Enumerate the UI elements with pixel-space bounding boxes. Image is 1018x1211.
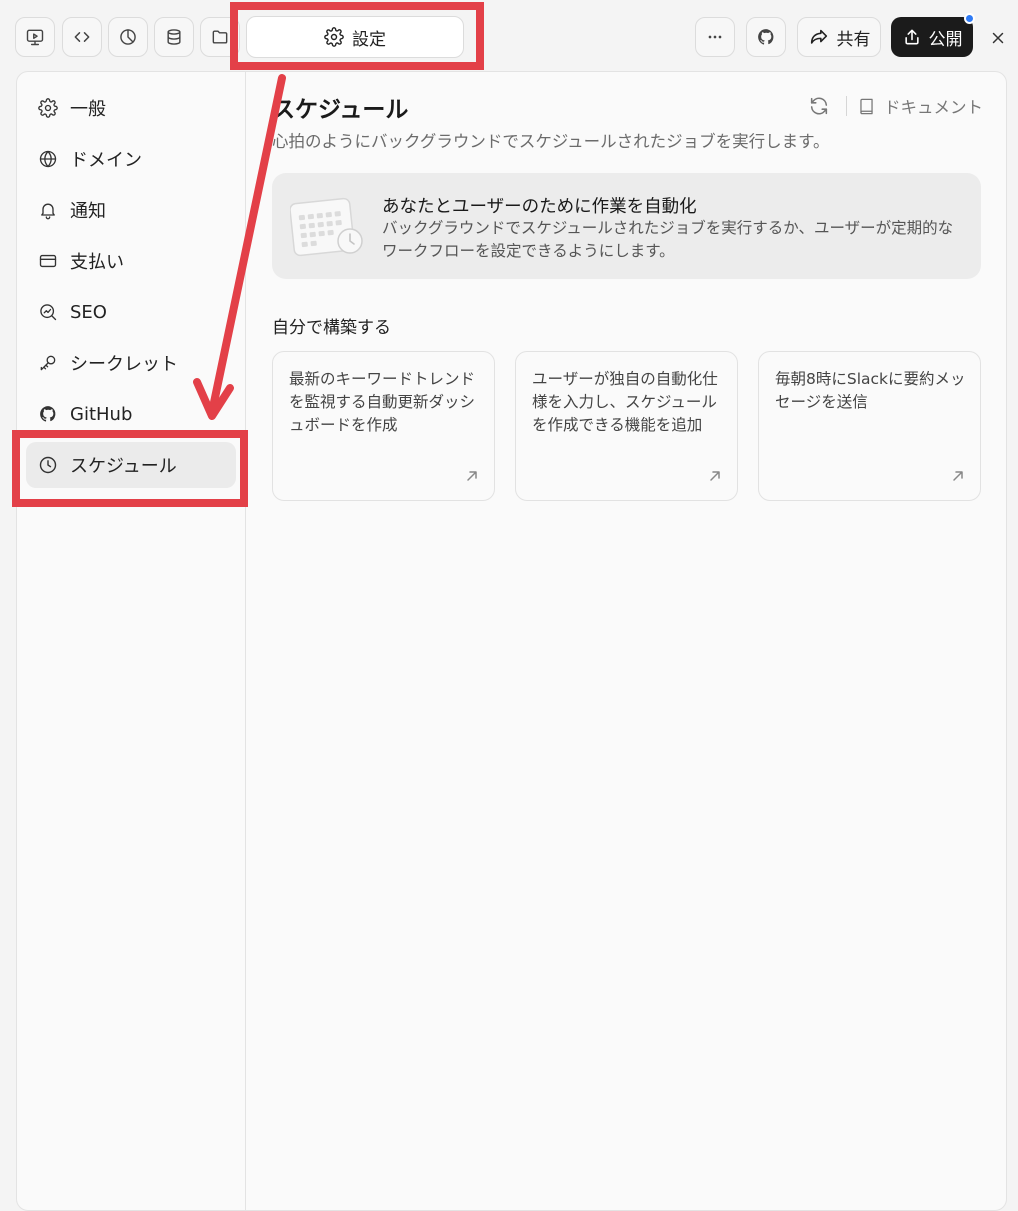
refresh-icon[interactable]: [808, 95, 830, 117]
arrow-up-right-icon: [710, 471, 720, 481]
folder-icon: [212, 30, 228, 44]
book-icon: [860, 98, 873, 114]
close-button[interactable]: [985, 25, 1011, 51]
github-icon: [40, 406, 56, 422]
sidebar-item-notifications[interactable]: 通知: [26, 187, 236, 233]
highlight-box-settings: [230, 2, 484, 70]
calendar-clock-illustration: [290, 197, 363, 257]
divider: [846, 96, 847, 116]
arrow-up-right-icon: [467, 471, 477, 481]
bell-icon: [41, 203, 55, 220]
sidebar-item-domain[interactable]: ドメイン: [26, 136, 236, 182]
credit-card-icon: [39, 254, 57, 268]
docs-link[interactable]: ドキュメント: [857, 94, 983, 118]
settings-sidebar: 一般 ドメイン 通知 支払い SEO シークレット GitHub スケジュール: [16, 71, 246, 1211]
globe-icon: [39, 150, 57, 168]
section-title: 自分で構築する: [272, 318, 391, 338]
analytics-button[interactable]: [108, 17, 148, 57]
sidebar-item-label: シークレット: [70, 354, 178, 375]
notification-dot: [964, 13, 975, 24]
sidebar-item-label: 通知: [70, 201, 106, 222]
banner-title: あなたとユーザーのために作業を自動化: [382, 197, 697, 217]
banner-text: バックグラウンドでスケジュールされたジョブを実行するか、ユーザーが定期的なワーク…: [382, 219, 954, 260]
sidebar-item-label: GitHub: [70, 403, 133, 425]
publish-label: 公開: [928, 29, 963, 50]
docs-label: ドキュメント: [884, 98, 983, 117]
suggestion-card[interactable]: 最新のキーワードトレンドを監視する自動更新ダッシュボードを作成: [272, 351, 495, 501]
seo-chart-icon: [40, 304, 57, 321]
code-button[interactable]: [62, 17, 102, 57]
top-toolbar: 設定 共有 公開: [0, 0, 1018, 72]
close-icon: [992, 32, 1004, 44]
publish-button[interactable]: 公開: [891, 17, 973, 57]
database-button[interactable]: [154, 17, 194, 57]
share-button[interactable]: 共有: [797, 17, 881, 57]
sidebar-item-seo[interactable]: SEO: [26, 289, 236, 335]
highlight-box-schedule: [12, 430, 248, 507]
page-title: スケジュール: [272, 97, 409, 123]
sidebar-item-secrets[interactable]: シークレット: [26, 340, 236, 386]
sidebar-item-label: 支払い: [70, 252, 124, 273]
pie-chart-icon: [120, 29, 136, 45]
suggestion-card[interactable]: 毎朝8時にSlackに要約メッセージを送信: [758, 351, 981, 501]
sidebar-item-label: ドメイン: [70, 150, 142, 171]
arrow-up-right-icon: [953, 471, 963, 481]
suggestion-card[interactable]: ユーザーが独自の自動化仕様を入力し、スケジュールを作成できる機能を追加: [515, 351, 738, 501]
github-button[interactable]: [746, 17, 786, 57]
sidebar-item-label: SEO: [70, 301, 107, 323]
sidebar-item-billing[interactable]: 支払い: [26, 238, 236, 284]
key-icon: [40, 355, 56, 371]
card-text: 最新のキーワードトレンドを監視する自動更新ダッシュボードを作成: [289, 370, 476, 434]
share-arrow-icon: [810, 29, 827, 44]
more-horizontal-icon: [708, 35, 722, 39]
upload-icon: [904, 29, 919, 45]
preview-button[interactable]: [15, 17, 55, 57]
monitor-play-icon: [26, 29, 44, 46]
database-icon: [167, 29, 181, 45]
page-subtitle: 心拍のようにバックグラウンドでスケジュールされたジョブを実行します。: [272, 132, 830, 151]
automation-banner: あなたとユーザーのために作業を自動化 バックグラウンドでスケジュールされたジョブ…: [272, 173, 981, 279]
card-text: ユーザーが独自の自動化仕様を入力し、スケジュールを作成できる機能を追加: [532, 370, 718, 434]
sidebar-item-general[interactable]: 一般: [26, 85, 236, 131]
card-text: 毎朝8時にSlackに要約メッセージを送信: [775, 370, 966, 411]
gear-icon: [38, 98, 58, 118]
more-button[interactable]: [695, 17, 735, 57]
github-icon: [758, 29, 774, 45]
share-label: 共有: [836, 29, 871, 50]
code-icon: [74, 32, 90, 42]
sidebar-item-label: 一般: [70, 99, 106, 120]
